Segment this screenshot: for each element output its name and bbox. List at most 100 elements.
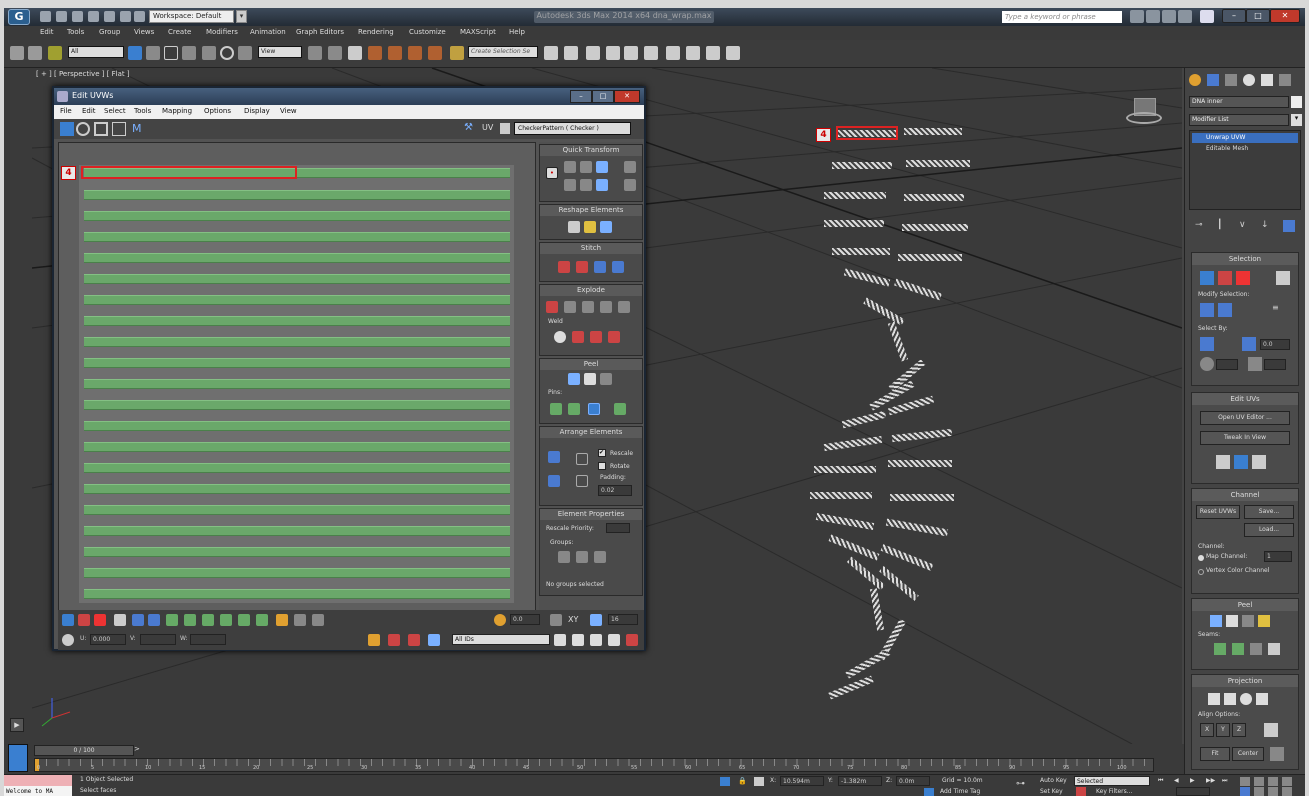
field-of-view-icon[interactable] <box>1268 787 1278 796</box>
zoom-region-icon[interactable] <box>590 634 602 646</box>
align-x-button[interactable]: X <box>1200 723 1214 737</box>
planar-angle-spinner[interactable]: 0.0 <box>1260 339 1290 350</box>
zoom-extents-icon[interactable] <box>1268 777 1278 786</box>
uv-shell[interactable] <box>84 463 510 473</box>
fit-button[interactable]: Fit <box>1200 747 1230 761</box>
v-spinner[interactable] <box>140 634 176 645</box>
close-icon[interactable]: ✕ <box>1270 9 1300 23</box>
search-input[interactable]: Type a keyword or phrase <box>1002 11 1122 23</box>
filter-selected-icon[interactable] <box>428 634 440 646</box>
unpin-icon[interactable] <box>568 403 580 415</box>
reset-uvws-button[interactable]: Reset UVWs <box>1196 505 1240 519</box>
reset-gizmo-icon[interactable] <box>1270 747 1284 761</box>
search-icon[interactable] <box>1130 10 1144 23</box>
create-tab-icon[interactable] <box>1189 74 1201 86</box>
rotate-neg-90-icon[interactable] <box>596 179 608 191</box>
grid-size-spinner[interactable]: 16 <box>608 614 638 625</box>
vertex-color-radio[interactable] <box>1198 569 1204 575</box>
ring-icon[interactable] <box>184 614 196 626</box>
edge-mode-icon[interactable] <box>1218 271 1232 285</box>
configure-sets-icon[interactable] <box>1283 220 1295 232</box>
stitch-custom-icon[interactable] <box>612 261 624 273</box>
layer-explorer-icon[interactable] <box>586 46 600 60</box>
pivot-center-icon[interactable] <box>308 46 322 60</box>
loop-grow-icon[interactable] <box>202 614 214 626</box>
quick-map-gizmo-icon[interactable] <box>1234 455 1248 469</box>
align-y-button[interactable]: Y <box>1216 723 1230 737</box>
planar-map-icon[interactable] <box>1208 693 1220 705</box>
maximize-icon[interactable]: □ <box>1246 9 1270 23</box>
falloff-type-icon[interactable] <box>550 614 562 626</box>
move-icon[interactable] <box>202 46 216 60</box>
set-key-button[interactable]: Set Key <box>1040 788 1063 795</box>
uv-shell[interactable] <box>84 442 510 452</box>
play-icon[interactable]: ▶ <box>10 718 24 732</box>
mirror-icon[interactable]: M <box>132 122 146 136</box>
vertex-mode-icon[interactable] <box>62 614 74 626</box>
uv-mode-icon[interactable]: ⚒ <box>464 122 478 136</box>
group-select-icon[interactable] <box>558 551 570 563</box>
add-time-tag[interactable]: Add Time Tag <box>940 788 980 795</box>
relax-settings-icon[interactable] <box>600 221 612 233</box>
hide-icon[interactable] <box>388 634 400 646</box>
pack-together-icon[interactable] <box>548 475 560 487</box>
sg-spinner[interactable] <box>1264 359 1286 370</box>
uv-shell[interactable] <box>84 274 510 284</box>
stack-item-unwrap[interactable]: Unwrap UVW <box>1192 133 1298 143</box>
snaps-toggle-icon[interactable] <box>368 46 382 60</box>
pan-icon[interactable] <box>554 634 566 646</box>
checker-icon[interactable] <box>500 123 510 134</box>
object-color-swatch[interactable] <box>1291 96 1302 108</box>
rescale-priority-spinner[interactable] <box>606 523 630 533</box>
uv-shell[interactable] <box>84 589 510 599</box>
window-crossing-icon[interactable] <box>182 46 196 60</box>
menu-maxscript[interactable]: MAXScript <box>460 28 496 36</box>
zoom-icon[interactable] <box>1240 777 1250 786</box>
rendered-frame-icon[interactable] <box>706 46 720 60</box>
save-file-icon[interactable] <box>72 11 83 22</box>
minimize-icon[interactable]: – <box>570 90 592 103</box>
subscription-icon[interactable] <box>1146 10 1160 23</box>
link-icon[interactable] <box>10 46 24 60</box>
isolate-icon[interactable] <box>720 777 730 786</box>
break-icon[interactable] <box>546 301 558 313</box>
hold-icon[interactable] <box>120 11 131 22</box>
favorites-icon[interactable] <box>1178 10 1192 23</box>
go-to-start-icon[interactable]: ⏮ <box>1158 777 1170 786</box>
select-pins-icon[interactable] <box>614 403 626 415</box>
scale-icon[interactable] <box>238 46 252 60</box>
lock-icon[interactable]: 🔒 <box>738 777 748 786</box>
uv-title-bar[interactable]: Edit UVWs – □ ✕ <box>54 88 644 105</box>
uv-shell[interactable] <box>84 421 510 431</box>
ring-shrink-icon[interactable] <box>238 614 250 626</box>
falloff-spinner[interactable]: 0.0 <box>510 614 540 625</box>
previous-frame-icon[interactable]: ◀ <box>1174 777 1186 786</box>
load-button[interactable]: Load... <box>1244 523 1294 537</box>
rescale-elements-icon[interactable] <box>576 475 588 487</box>
uv-shell[interactable] <box>84 337 510 347</box>
center-button[interactable]: Center <box>1232 747 1264 761</box>
close-icon[interactable]: ✕ <box>614 90 640 103</box>
space-icon[interactable] <box>580 179 592 191</box>
percent-snap-icon[interactable] <box>408 46 422 60</box>
auto-pin-icon[interactable] <box>588 403 600 415</box>
spherical-map-icon[interactable] <box>1240 693 1252 705</box>
rollout-header[interactable]: Edit UVs <box>1192 393 1298 405</box>
uv-shell[interactable] <box>84 484 510 494</box>
space-horizontal-icon[interactable] <box>624 161 636 173</box>
reset-peel-icon[interactable] <box>600 373 612 385</box>
show-end-result-icon[interactable]: ┃ <box>1217 220 1229 232</box>
pan-view-icon[interactable] <box>1240 787 1250 796</box>
straighten-icon[interactable] <box>568 221 580 233</box>
display-tab-icon[interactable] <box>1261 74 1273 86</box>
select-manipulate-icon[interactable] <box>328 46 342 60</box>
go-to-end-icon[interactable]: ⏭ <box>1222 777 1234 786</box>
pack-normalize-icon[interactable] <box>576 453 588 465</box>
rollout-header[interactable]: Channel <box>1192 489 1298 501</box>
auto-key-button[interactable]: Auto Key <box>1040 777 1067 784</box>
menu-group[interactable]: Group <box>99 28 120 36</box>
flatten-by-angle-icon[interactable] <box>618 301 630 313</box>
z-coordinate-field[interactable]: 0.0m <box>896 776 930 786</box>
uv-shell[interactable] <box>84 232 510 242</box>
stitch-target-icon[interactable] <box>558 261 570 273</box>
